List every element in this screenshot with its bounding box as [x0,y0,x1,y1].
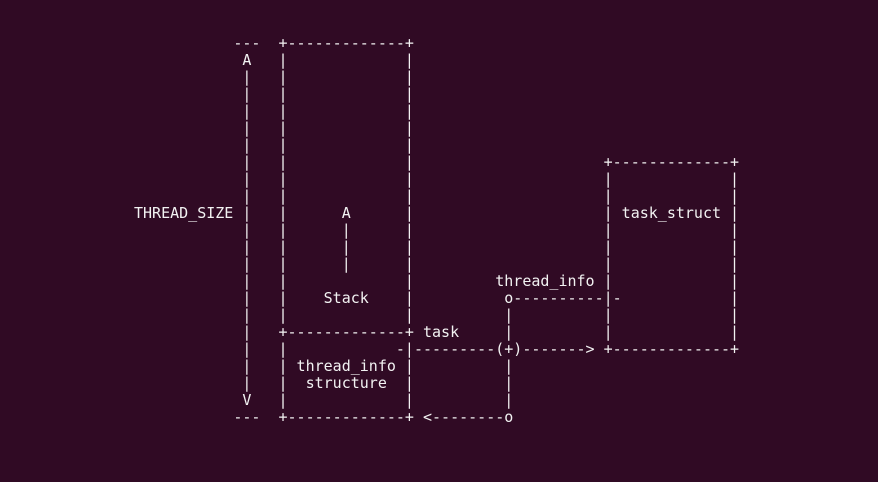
diagram-line: | | | [134,68,414,86]
diagram-line-task-struct-top: | | | +-------------+ [134,153,740,171]
diagram-line-task-pointer-arrow: | | -|---------(+)-------> +------------… [134,340,740,358]
thread-stack-ascii-diagram: --- +-------------+ A | | | | | | | | | … [134,35,739,426]
diagram-line-thread-info-structure: | | thread_info | | [134,357,514,375]
diagram-line-thread-info-label: | | | thread_info | | [134,272,740,290]
diagram-line-task-label: | +-------------+ task | | | [134,323,740,341]
diagram-line-stack-label: | | Stack | o----------|- | [134,289,740,307]
diagram-line: | | | [134,136,414,154]
diagram-line: V | | | [134,391,514,409]
diagram-line: | | | [134,119,414,137]
diagram-line-thread-size-label: THREAD_SIZE | | A | | task_struct | [134,204,740,222]
diagram-line-bottom-border: --- +-------------+ <--------o [134,408,514,426]
diagram-line: | | | | | [134,170,740,188]
diagram-line: | | | | | | [134,221,740,239]
diagram-line-structure-label: | | structure | | [134,374,514,392]
diagram-line: | | | | | [134,187,740,205]
diagram-line-top-border: --- +-------------+ [134,34,414,52]
diagram-line: | | | | | | [134,306,740,324]
diagram-line: A | | [134,51,414,69]
diagram-line: | | | [134,85,414,103]
diagram-line: | | | | | | [134,238,740,256]
diagram-line: | | | [134,102,414,120]
diagram-line: | | | | | | [134,255,740,273]
